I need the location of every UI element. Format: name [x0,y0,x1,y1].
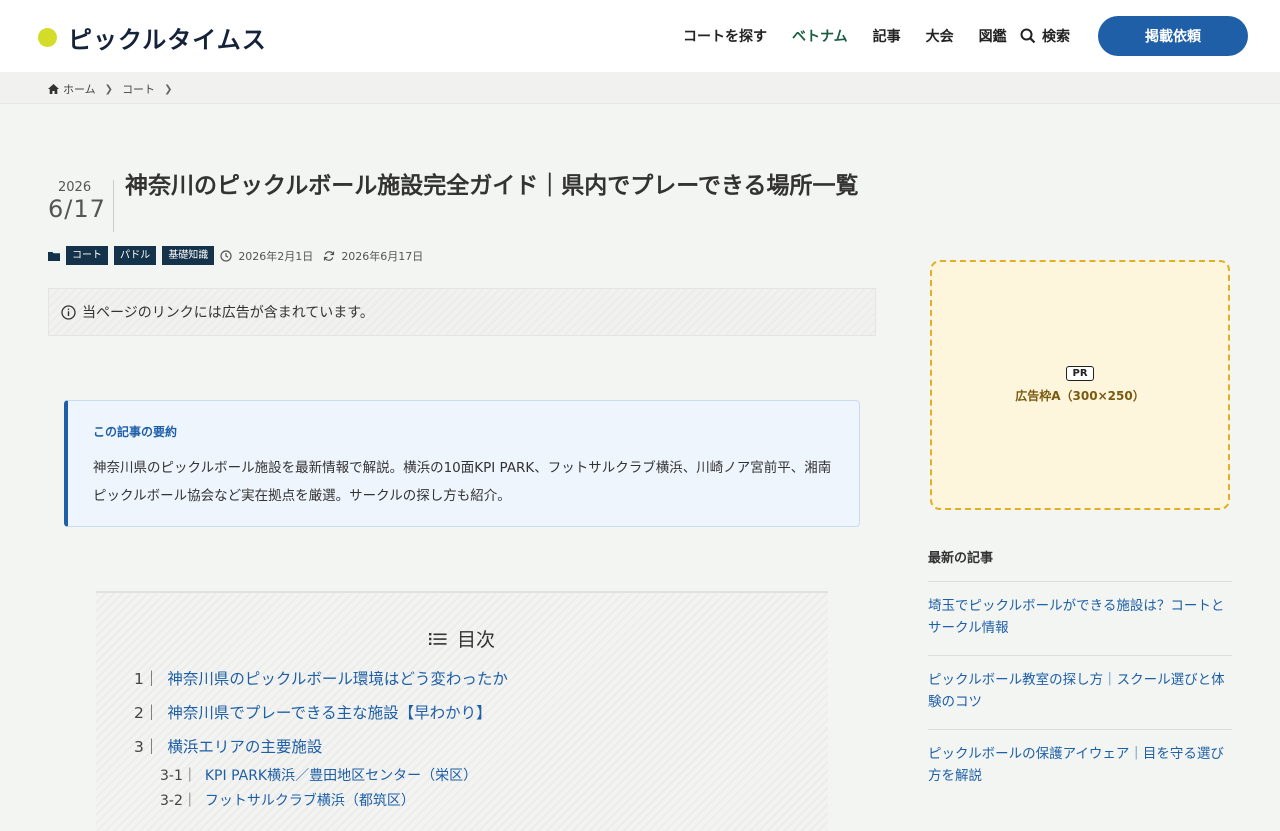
main-nav: コートを探す ベトナム 記事 大会 図鑑 [683,26,1032,46]
toc-subitem[interactable]: 3-2｜ フットサルクラブ横浜（都筑区） [160,790,415,810]
toc-item[interactable]: 2｜ 神奈川県でプレーできる主な施設【早わかり】 [134,701,492,723]
ad-slot[interactable]: PR 広告枠A（300×250） [930,260,1230,510]
toc-item[interactable]: 3｜ 横浜エリアの主要施設 [134,735,322,757]
nav-item-find-court[interactable]: コートを探す [683,26,767,46]
folder-icon [48,251,60,261]
toc-subitem[interactable]: 3-1｜ KPI PARK横浜／豊田地区センター（栄区） [160,765,477,785]
summary-heading: この記事の要約 [93,425,178,439]
post-date-monthday: 6/17 [48,195,106,223]
divider [928,581,1232,582]
recent-post-link[interactable]: ピックルボールの保護アイウェア｜目を守る選び方を解説 [928,743,1228,787]
clock-icon [220,249,232,262]
breadcrumb-bar: ホーム ❯ コート ❯ [0,72,1280,104]
ad-disclosure-notice: 当ページのリンクには広告が含まれています。 [48,288,876,336]
category-tag-basics[interactable]: 基礎知識 [162,246,215,265]
toc-item-label: 神奈川県でプレーできる主な施設【早わかり】 [167,704,492,722]
breadcrumb: ホーム ❯ コート ❯ [48,81,181,97]
table-of-contents: 目次 1｜ 神奈川県のピックルボール環境はどう変わったか 2｜ 神奈川県でプレー… [96,591,828,831]
search-button[interactable]: 検索 [1020,26,1070,46]
updated-date: 2026年6月17日 [323,248,423,264]
info-icon [61,304,76,320]
published-date: 2026年2月1日 [220,248,313,264]
site-header: ピックルタイムス コートを探す ベトナム 記事 大会 図鑑 検索 掲載依頼 [0,0,1280,72]
toc-item-label: 横浜エリアの主要施設 [167,738,323,756]
post-date-year: 2026 [58,180,92,195]
nav-item-tournaments[interactable]: 大会 [926,26,954,46]
divider [928,729,1232,730]
updated-date-text: 2026年6月17日 [341,249,424,263]
toc-subitem-number: 3-1｜ [160,768,197,784]
toc-item-number: 2｜ [134,704,160,722]
toc-item[interactable]: 1｜ 神奈川県のピックルボール環境はどう変わったか [134,667,508,689]
post-meta: コート パドル 基礎知識 2026年2月1日 2026年6月17日 [48,246,433,265]
published-date-text: 2026年2月1日 [238,249,314,263]
listing-request-button[interactable]: 掲載依頼 [1098,16,1248,56]
breadcrumb-court[interactable]: コート [122,81,155,97]
toc-subitem-number: 3-2｜ [160,793,197,809]
site-logo[interactable]: ピックルタイムス [38,20,267,55]
post-date: 2026 6/17 [48,180,114,232]
toc-subitem-label: フットサルクラブ横浜（都筑区） [204,793,415,809]
summary-box: この記事の要約 神奈川県のピックルボール施設を最新情報で解説。横浜の10面KPI… [64,400,860,527]
logo-text: ピックルタイムス [68,26,267,54]
recent-post-link[interactable]: ピックルボール教室の探し方｜スクール選びと体験のコツ [928,669,1228,713]
toc-title-text: 目次 [456,629,495,651]
search-label: 検索 [1042,29,1070,45]
search-icon [1020,28,1036,44]
nav-item-encyclopedia[interactable]: 図鑑 [979,26,1007,46]
breadcrumb-home[interactable]: ホーム [63,81,96,97]
toc-title: 目次 [96,625,828,652]
nav-item-vietnam[interactable]: ベトナム [792,26,848,46]
chevron-right-icon: ❯ [104,83,114,95]
summary-text: 神奈川県のピックルボール施設を最新情報で解説。横浜の10面KPI PARK、フッ… [93,460,832,504]
divider [928,655,1232,656]
category-tag-court[interactable]: コート [66,246,108,265]
toc-item-label: 神奈川県のピックルボール環境はどう変わったか [167,670,508,688]
toc-item-number: 1｜ [134,670,160,688]
notice-text: 当ページのリンクには広告が含まれています。 [82,305,374,321]
category-tag-paddle[interactable]: パドル [114,246,157,265]
pr-badge: PR [1066,366,1094,381]
recent-post-link[interactable]: 埼玉でピックルボールができる施設は？コートとサークル情報 [928,595,1228,639]
refresh-icon [324,250,335,261]
page-title: 神奈川のピックルボール施設完全ガイド｜県内でプレーできる場所一覧 [125,173,859,199]
nav-item-articles[interactable]: 記事 [873,26,901,46]
ad-slot-label: 広告枠A（300×250） [1015,389,1145,403]
toc-subitem-label: KPI PARK横浜／豊田地区センター（栄区） [204,768,478,784]
home-icon [48,84,59,94]
toc-item-number: 3｜ [134,738,160,756]
list-icon [428,632,447,645]
logo-dot-icon [38,28,57,47]
recent-posts-heading: 最新の記事 [928,551,994,566]
chevron-right-icon: ❯ [164,83,173,95]
